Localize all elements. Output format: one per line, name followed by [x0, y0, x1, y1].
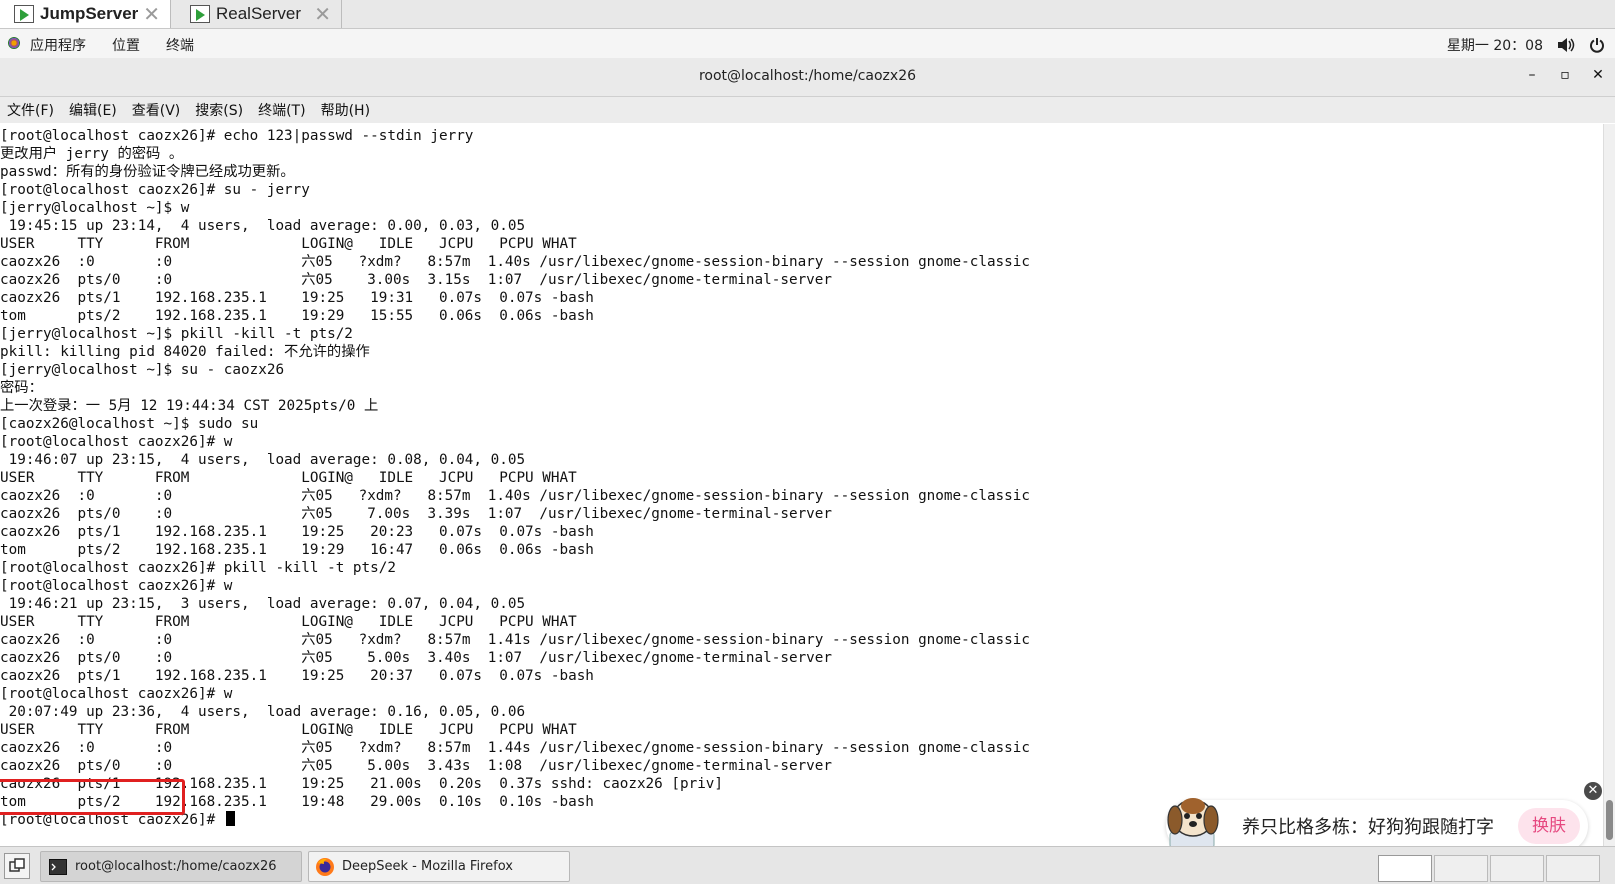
terminal-line: [root@localhost caozx26]# su - jerry	[0, 182, 310, 198]
terminal-line: caozx26 pts/0 :0 六05 5.00s 3.40s 1:07 /u…	[0, 650, 833, 666]
workspace-3[interactable]	[1490, 855, 1544, 882]
terminal-line: caozx26 pts/1 192.168.235.1 19:25 19:31 …	[0, 290, 594, 306]
terminal-line: 上一次登录：一 5月 12 19:44:34 CST 2025pts/0 上	[0, 398, 379, 414]
terminal-line: [jerry@localhost ~]$ pkill -kill -t pts/…	[0, 326, 353, 342]
workspace-1[interactable]	[1378, 855, 1432, 882]
terminal-line: caozx26 :0 :0 六05 ?xdm? 8:57m 1.41s /usr…	[0, 632, 1030, 648]
terminal-line: USER TTY FROM LOGIN@ IDLE JCPU PCPU WHAT	[0, 722, 577, 738]
terminal-line: [root@localhost caozx26]# w	[0, 578, 233, 594]
workspace-2[interactable]	[1434, 855, 1488, 882]
terminal-menubar: 文件(F) 编辑(E) 查看(V) 搜索(S) 终端(T) 帮助(H)	[0, 97, 1615, 123]
terminal-line: USER TTY FROM LOGIN@ IDLE JCPU PCPU WHAT	[0, 470, 577, 486]
terminal-line: [caozx26@localhost ~]$ sudo su	[0, 416, 259, 432]
terminal-output[interactable]: [root@localhost caozx26]# echo 123|passw…	[0, 124, 1603, 846]
terminal-line: passwd：所有的身份验证令牌已经成功更新。	[0, 164, 295, 180]
terminal-line: caozx26 pts/1 192.168.235.1 19:25 20:23 …	[0, 524, 594, 540]
ad-close-button[interactable]: ✕	[1584, 782, 1602, 800]
terminal-line: 密码：	[0, 380, 43, 396]
menu-file[interactable]: 文件(F)	[7, 100, 54, 120]
terminal-line: [root@localhost caozx26]# pkill -kill -t…	[0, 560, 396, 576]
terminal-line: caozx26 pts/0 :0 六05 5.00s 3.43s 1:08 /u…	[0, 758, 833, 774]
terminal-line: 19:46:07 up 23:15, 4 users, load average…	[0, 452, 526, 468]
terminal-line: caozx26 pts/0 :0 六05 7.00s 3.39s 1:07 /u…	[0, 506, 833, 522]
menu-edit[interactable]: 编辑(E)	[69, 100, 117, 120]
applications-menu[interactable]: 应用程序	[30, 35, 86, 55]
workspace-4[interactable]	[1546, 855, 1600, 882]
terminal-line: [jerry@localhost ~]$ w	[0, 200, 190, 216]
terminal-lines: [root@localhost caozx26]# echo 123|passw…	[0, 127, 1030, 829]
terminal-line: USER TTY FROM LOGIN@ IDLE JCPU PCPU WHAT	[0, 236, 577, 252]
vm-tab-label: JumpServer	[40, 4, 139, 23]
annotation-highlight	[0, 779, 185, 815]
vm-tab-realserver[interactable]: RealServer ✕	[176, 0, 342, 28]
taskbar-item-terminal[interactable]: root@localhost:/home/caozx26	[40, 851, 302, 882]
close-button[interactable]: ✕	[1588, 67, 1608, 83]
vm-console-icon	[14, 5, 34, 23]
terminal-line: [root@localhost caozx26]# w	[0, 686, 233, 702]
vm-tab-label: RealServer	[216, 4, 302, 23]
terminal-line: pkill: killing pid 84020 failed: 不允许的操作	[0, 344, 370, 360]
terminal-line: 19:46:21 up 23:15, 3 users, load average…	[0, 596, 526, 612]
volume-icon[interactable]	[1557, 37, 1575, 53]
terminal-line: caozx26 :0 :0 六05 ?xdm? 8:57m 1.44s /usr…	[0, 740, 1030, 756]
terminal-scrollbar[interactable]	[1603, 124, 1615, 846]
menu-search[interactable]: 搜索(S)	[195, 100, 243, 120]
terminal-line: [root@localhost caozx26]# w	[0, 434, 233, 450]
close-icon[interactable]: ✕	[314, 2, 331, 27]
beagle-mascot-icon	[1167, 798, 1219, 849]
vm-tab-strip: JumpServer ✕ RealServer ✕	[0, 0, 1615, 29]
clock[interactable]: 星期一 20：08	[1447, 35, 1543, 55]
show-desktop-icon[interactable]	[4, 853, 30, 879]
terminal-line: caozx26 :0 :0 六05 ?xdm? 8:57m 1.40s /usr…	[0, 488, 1030, 504]
maximize-button[interactable]: ▫	[1555, 67, 1575, 83]
menu-view[interactable]: 查看(V)	[132, 100, 181, 120]
terminal-line: USER TTY FROM LOGIN@ IDLE JCPU PCPU WHAT	[0, 614, 577, 630]
scrollbar-thumb[interactable]	[1606, 800, 1613, 840]
terminal-line: 20:07:49 up 23:36, 4 users, load average…	[0, 704, 526, 720]
floating-ad-widget[interactable]: 养只比格多栋：好狗狗跟随打字 换肤	[1166, 798, 1588, 852]
gnome-top-panel: 应用程序 位置 终端 星期一 20：08	[0, 29, 1615, 58]
change-skin-button[interactable]: 换肤	[1518, 808, 1580, 844]
terminal-menu[interactable]: 终端	[166, 35, 194, 55]
text-cursor	[225, 811, 235, 826]
terminal-line: caozx26 pts/1 192.168.235.1 19:25 20:37 …	[0, 668, 594, 684]
vm-console-icon	[190, 5, 210, 23]
terminal-line: 19:45:15 up 23:14, 4 users, load average…	[0, 218, 526, 234]
terminal-line: [jerry@localhost ~]$ su - caozx26	[0, 362, 285, 378]
window-titlebar[interactable]: root@localhost:/home/caozx26 – ▫ ✕	[0, 58, 1615, 97]
terminal-line: caozx26 pts/0 :0 六05 3.00s 3.15s 1:07 /u…	[0, 272, 833, 288]
terminal-line: 更改用户 jerry 的密码 。	[0, 146, 184, 162]
terminal-icon	[49, 858, 67, 875]
menu-help[interactable]: 帮助(H)	[321, 100, 370, 120]
applications-icon	[8, 37, 20, 49]
terminal-line: caozx26 :0 :0 六05 ?xdm? 8:57m 1.40s /usr…	[0, 254, 1030, 270]
terminal-line: tom pts/2 192.168.235.1 19:29 15:55 0.06…	[0, 308, 594, 324]
power-icon[interactable]	[1589, 37, 1605, 53]
ad-text: 养只比格多栋：好狗狗跟随打字	[1242, 817, 1494, 838]
vm-tab-jumpserver[interactable]: JumpServer ✕	[0, 0, 171, 28]
taskbar-item-label: DeepSeek - Mozilla Firefox	[342, 859, 513, 874]
taskbar-item-label: root@localhost:/home/caozx26	[75, 859, 277, 874]
terminal-line: [root@localhost caozx26]# echo 123|passw…	[0, 128, 474, 144]
close-icon[interactable]: ✕	[143, 2, 160, 27]
window-title: root@localhost:/home/caozx26	[698, 68, 917, 84]
menu-terminal[interactable]: 终端(T)	[258, 100, 305, 120]
firefox-icon	[316, 857, 334, 876]
places-menu[interactable]: 位置	[112, 35, 140, 55]
terminal-line: tom pts/2 192.168.235.1 19:29 16:47 0.06…	[0, 542, 594, 558]
minimize-button[interactable]: –	[1522, 67, 1542, 83]
bottom-taskbar: root@localhost:/home/caozx26 DeepSeek - …	[0, 846, 1615, 884]
taskbar-item-firefox[interactable]: DeepSeek - Mozilla Firefox	[308, 851, 570, 882]
